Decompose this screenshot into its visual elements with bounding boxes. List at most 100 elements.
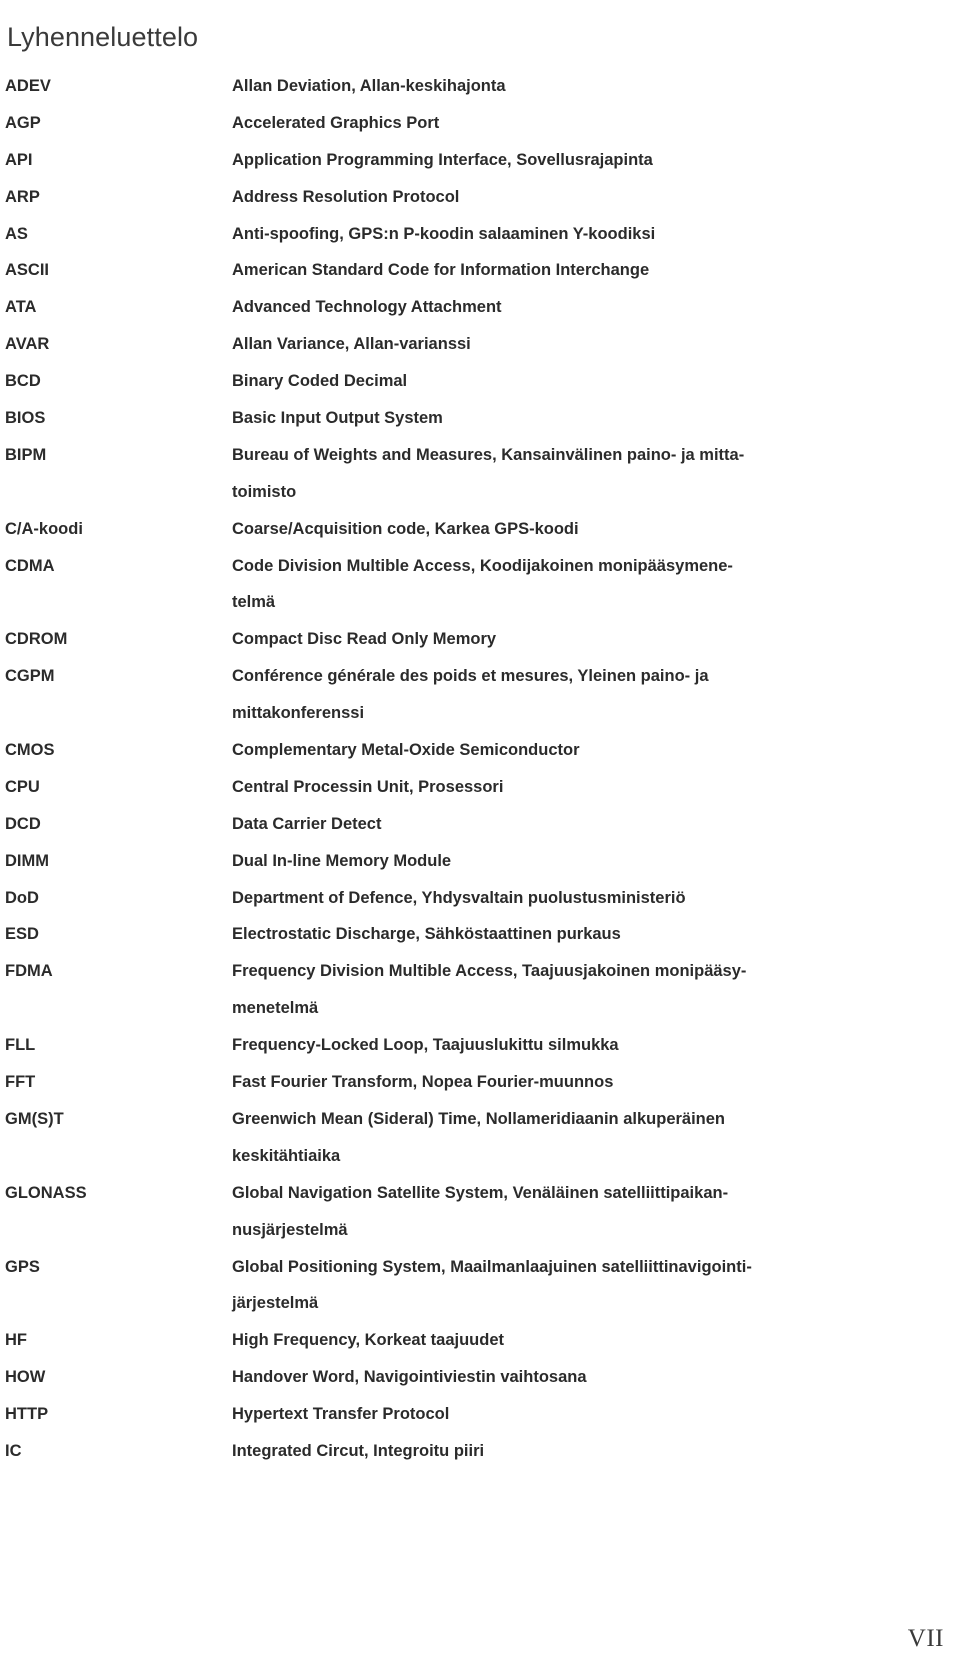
abbreviation-definition: Data Carrier Detect bbox=[232, 814, 382, 833]
abbreviation-term: FDMA bbox=[5, 962, 53, 981]
abbreviation-definition: Complementary Metal-Oxide Semiconductor bbox=[232, 741, 580, 760]
abbreviation-term: ARP bbox=[5, 187, 40, 206]
abbreviation-row: ARP Address Resolution Protocol bbox=[0, 179, 960, 216]
abbreviation-term: API bbox=[5, 150, 33, 169]
abbreviation-row: ESD Electrostatic Discharge, Sähköstaatti… bbox=[0, 916, 960, 953]
abbreviation-definition: Binary Coded Decimal bbox=[232, 372, 408, 391]
abbreviation-row: DoD Department of Defence, Yhdysvaltain p… bbox=[0, 880, 960, 917]
abbreviation-list: ADEV Allan Deviation, Allan-keskihajonta A… bbox=[0, 68, 960, 1470]
abbreviation-row: BCD Binary Coded Decimal bbox=[0, 363, 960, 400]
abbreviation-definition: Department of Defence, Yhdysvaltain puol… bbox=[232, 888, 686, 907]
abbreviation-row: GLONASS Global Navigation Satellite Syste… bbox=[0, 1175, 960, 1212]
abbreviation-term: GM(S)T bbox=[5, 1109, 64, 1128]
abbreviation-definition: Accelerated Graphics Port bbox=[232, 113, 440, 132]
abbreviation-row: API Application Programming Interface, So… bbox=[0, 142, 960, 179]
abbreviation-row: DIMM Dual In-line Memory Module bbox=[0, 843, 960, 880]
abbreviation-row: AS Anti-spoofing, GPS:n P-koodin salaamin… bbox=[0, 216, 960, 253]
abbreviation-row: C/A-koodi Coarse/Acquisition code, Karkea… bbox=[0, 511, 960, 548]
abbreviation-row: BIPM Bureau of Weights and Measures, Kans… bbox=[0, 437, 960, 474]
abbreviation-term: ESD bbox=[5, 925, 39, 944]
abbreviation-row: nusjärjestelmä bbox=[0, 1212, 960, 1249]
abbreviation-row: AVAR Allan Variance, Allan-varianssi bbox=[0, 326, 960, 363]
abbreviation-definition-continuation: mittakonferenssi bbox=[232, 704, 365, 723]
abbreviation-row: HOW Handover Word, Navigointiviestin vaih… bbox=[0, 1359, 960, 1396]
abbreviation-row: järjestelmä bbox=[0, 1285, 960, 1322]
abbreviation-term: HF bbox=[5, 1331, 27, 1350]
abbreviation-term: AGP bbox=[5, 113, 41, 132]
abbreviation-row: ASCII American Standard Code for Informat… bbox=[0, 252, 960, 289]
abbreviation-term: C/A-koodi bbox=[5, 519, 83, 538]
abbreviation-definition: Greenwich Mean (Sideral) Time, Nollameri… bbox=[232, 1109, 726, 1128]
abbreviation-definition: Application Programming Interface, Sovel… bbox=[232, 150, 653, 169]
document-page: Lyhenneluettelo ADEV Allan Deviation, All… bbox=[0, 0, 960, 1652]
abbreviation-term: FFT bbox=[5, 1073, 36, 1092]
abbreviation-row: BIOS Basic Input Output System bbox=[0, 400, 960, 437]
abbreviation-definition: Coarse/Acquisition code, Karkea GPS-kood… bbox=[232, 519, 579, 538]
abbreviation-row: telmä bbox=[0, 584, 960, 621]
abbreviation-definition: Compact Disc Read Only Memory bbox=[232, 630, 497, 649]
abbreviation-row: ATA Advanced Technology Attachment bbox=[0, 289, 960, 326]
abbreviation-definition-continuation: menetelmä bbox=[232, 999, 319, 1018]
abbreviation-definition: Global Positioning System, Maailmanlaaju… bbox=[232, 1257, 752, 1276]
abbreviation-definition: American Standard Code for Information I… bbox=[232, 261, 650, 280]
abbreviation-definition: Central Processin Unit, Prosessori bbox=[232, 777, 504, 796]
abbreviation-term: ATA bbox=[5, 298, 37, 317]
page-title: Lyhenneluettelo bbox=[7, 22, 199, 53]
abbreviation-definition: Fast Fourier Transform, Nopea Fourier-mu… bbox=[232, 1073, 614, 1092]
abbreviation-term: HTTP bbox=[5, 1405, 49, 1424]
abbreviation-row: CGPM Conférence générale des poids et mes… bbox=[0, 658, 960, 695]
abbreviation-definition: Code Division Multible Access, Koodijako… bbox=[232, 556, 733, 575]
abbreviation-definition: Allan Deviation, Allan-keskihajonta bbox=[232, 77, 506, 95]
abbreviation-row: FLL Frequency-Locked Loop, Taajuuslukittu… bbox=[0, 1027, 960, 1064]
abbreviation-row: keskitähtiaika bbox=[0, 1138, 960, 1175]
abbreviation-definition: Basic Input Output System bbox=[232, 409, 443, 428]
abbreviation-definition: Address Resolution Protocol bbox=[232, 187, 460, 206]
abbreviation-term: DCD bbox=[5, 814, 41, 833]
abbreviation-row: IC Integrated Circut, Integroitu piiri bbox=[0, 1433, 960, 1470]
abbreviation-term: ADEV bbox=[5, 77, 51, 95]
abbreviation-definition: Integrated Circut, Integroitu piiri bbox=[232, 1441, 485, 1460]
abbreviation-term: DoD bbox=[5, 888, 39, 907]
abbreviation-term: DIMM bbox=[5, 851, 49, 870]
abbreviation-definition: Hypertext Transfer Protocol bbox=[232, 1405, 450, 1424]
abbreviation-term: GLONASS bbox=[5, 1183, 87, 1202]
abbreviation-definition: Allan Variance, Allan-varianssi bbox=[232, 335, 471, 354]
abbreviation-term: BCD bbox=[5, 372, 41, 391]
abbreviation-definition-continuation: toimisto bbox=[232, 482, 297, 501]
abbreviation-term: CGPM bbox=[5, 667, 55, 686]
abbreviation-definition: Global Navigation Satellite System, Venä… bbox=[232, 1183, 729, 1202]
abbreviation-row: HF High Frequency, Korkeat taajuudet bbox=[0, 1322, 960, 1359]
abbreviation-row: menetelmä bbox=[0, 990, 960, 1027]
abbreviation-definition: Anti-spoofing, GPS:n P-koodin salaaminen… bbox=[232, 224, 656, 243]
abbreviation-term: ASCII bbox=[5, 261, 50, 280]
abbreviation-row: toimisto bbox=[0, 474, 960, 511]
abbreviation-term: CDMA bbox=[5, 556, 55, 575]
abbreviation-term: BIPM bbox=[5, 445, 47, 464]
abbreviation-row: mittakonferenssi bbox=[0, 695, 960, 732]
abbreviation-term: CMOS bbox=[5, 741, 55, 760]
abbreviation-definition-continuation: telmä bbox=[232, 593, 276, 612]
abbreviation-row: CDMA Code Division Multible Access, Koodi… bbox=[0, 548, 960, 585]
abbreviation-row: AGP Accelerated Graphics Port bbox=[0, 105, 960, 142]
abbreviation-definition-continuation: järjestelmä bbox=[232, 1294, 319, 1313]
abbreviation-row: ADEV Allan Deviation, Allan-keskihajonta bbox=[0, 68, 960, 105]
abbreviation-definition: Dual In-line Memory Module bbox=[232, 851, 452, 870]
abbreviation-definition: Conférence générale des poids et mesures… bbox=[232, 667, 709, 686]
abbreviation-definition: Electrostatic Discharge, Sähköstaattinen… bbox=[232, 925, 621, 944]
abbreviation-definition: Advanced Technology Attachment bbox=[232, 298, 502, 317]
abbreviation-row: FDMA Frequency Division Multible Access, … bbox=[0, 953, 960, 990]
abbreviation-row: HTTP Hypertext Transfer Protocol bbox=[0, 1396, 960, 1433]
abbreviation-definition: High Frequency, Korkeat taajuudet bbox=[232, 1331, 504, 1350]
abbreviation-term: AVAR bbox=[5, 335, 50, 354]
abbreviation-row: FFT Fast Fourier Transform, Nopea Fourier… bbox=[0, 1064, 960, 1101]
abbreviation-definition: Frequency Division Multible Access, Taaj… bbox=[232, 962, 747, 981]
abbreviation-term: FLL bbox=[5, 1036, 36, 1055]
abbreviation-row: CMOS Complementary Metal-Oxide Semiconduc… bbox=[0, 732, 960, 769]
abbreviation-term: CDROM bbox=[5, 630, 68, 649]
abbreviation-term: AS bbox=[5, 224, 28, 243]
abbreviation-term: IC bbox=[5, 1441, 22, 1460]
abbreviation-definition: Bureau of Weights and Measures, Kansainv… bbox=[232, 445, 745, 464]
abbreviation-term: GPS bbox=[5, 1257, 40, 1276]
abbreviation-definition-continuation: nusjärjestelmä bbox=[232, 1220, 348, 1239]
abbreviation-term: HOW bbox=[5, 1368, 46, 1387]
